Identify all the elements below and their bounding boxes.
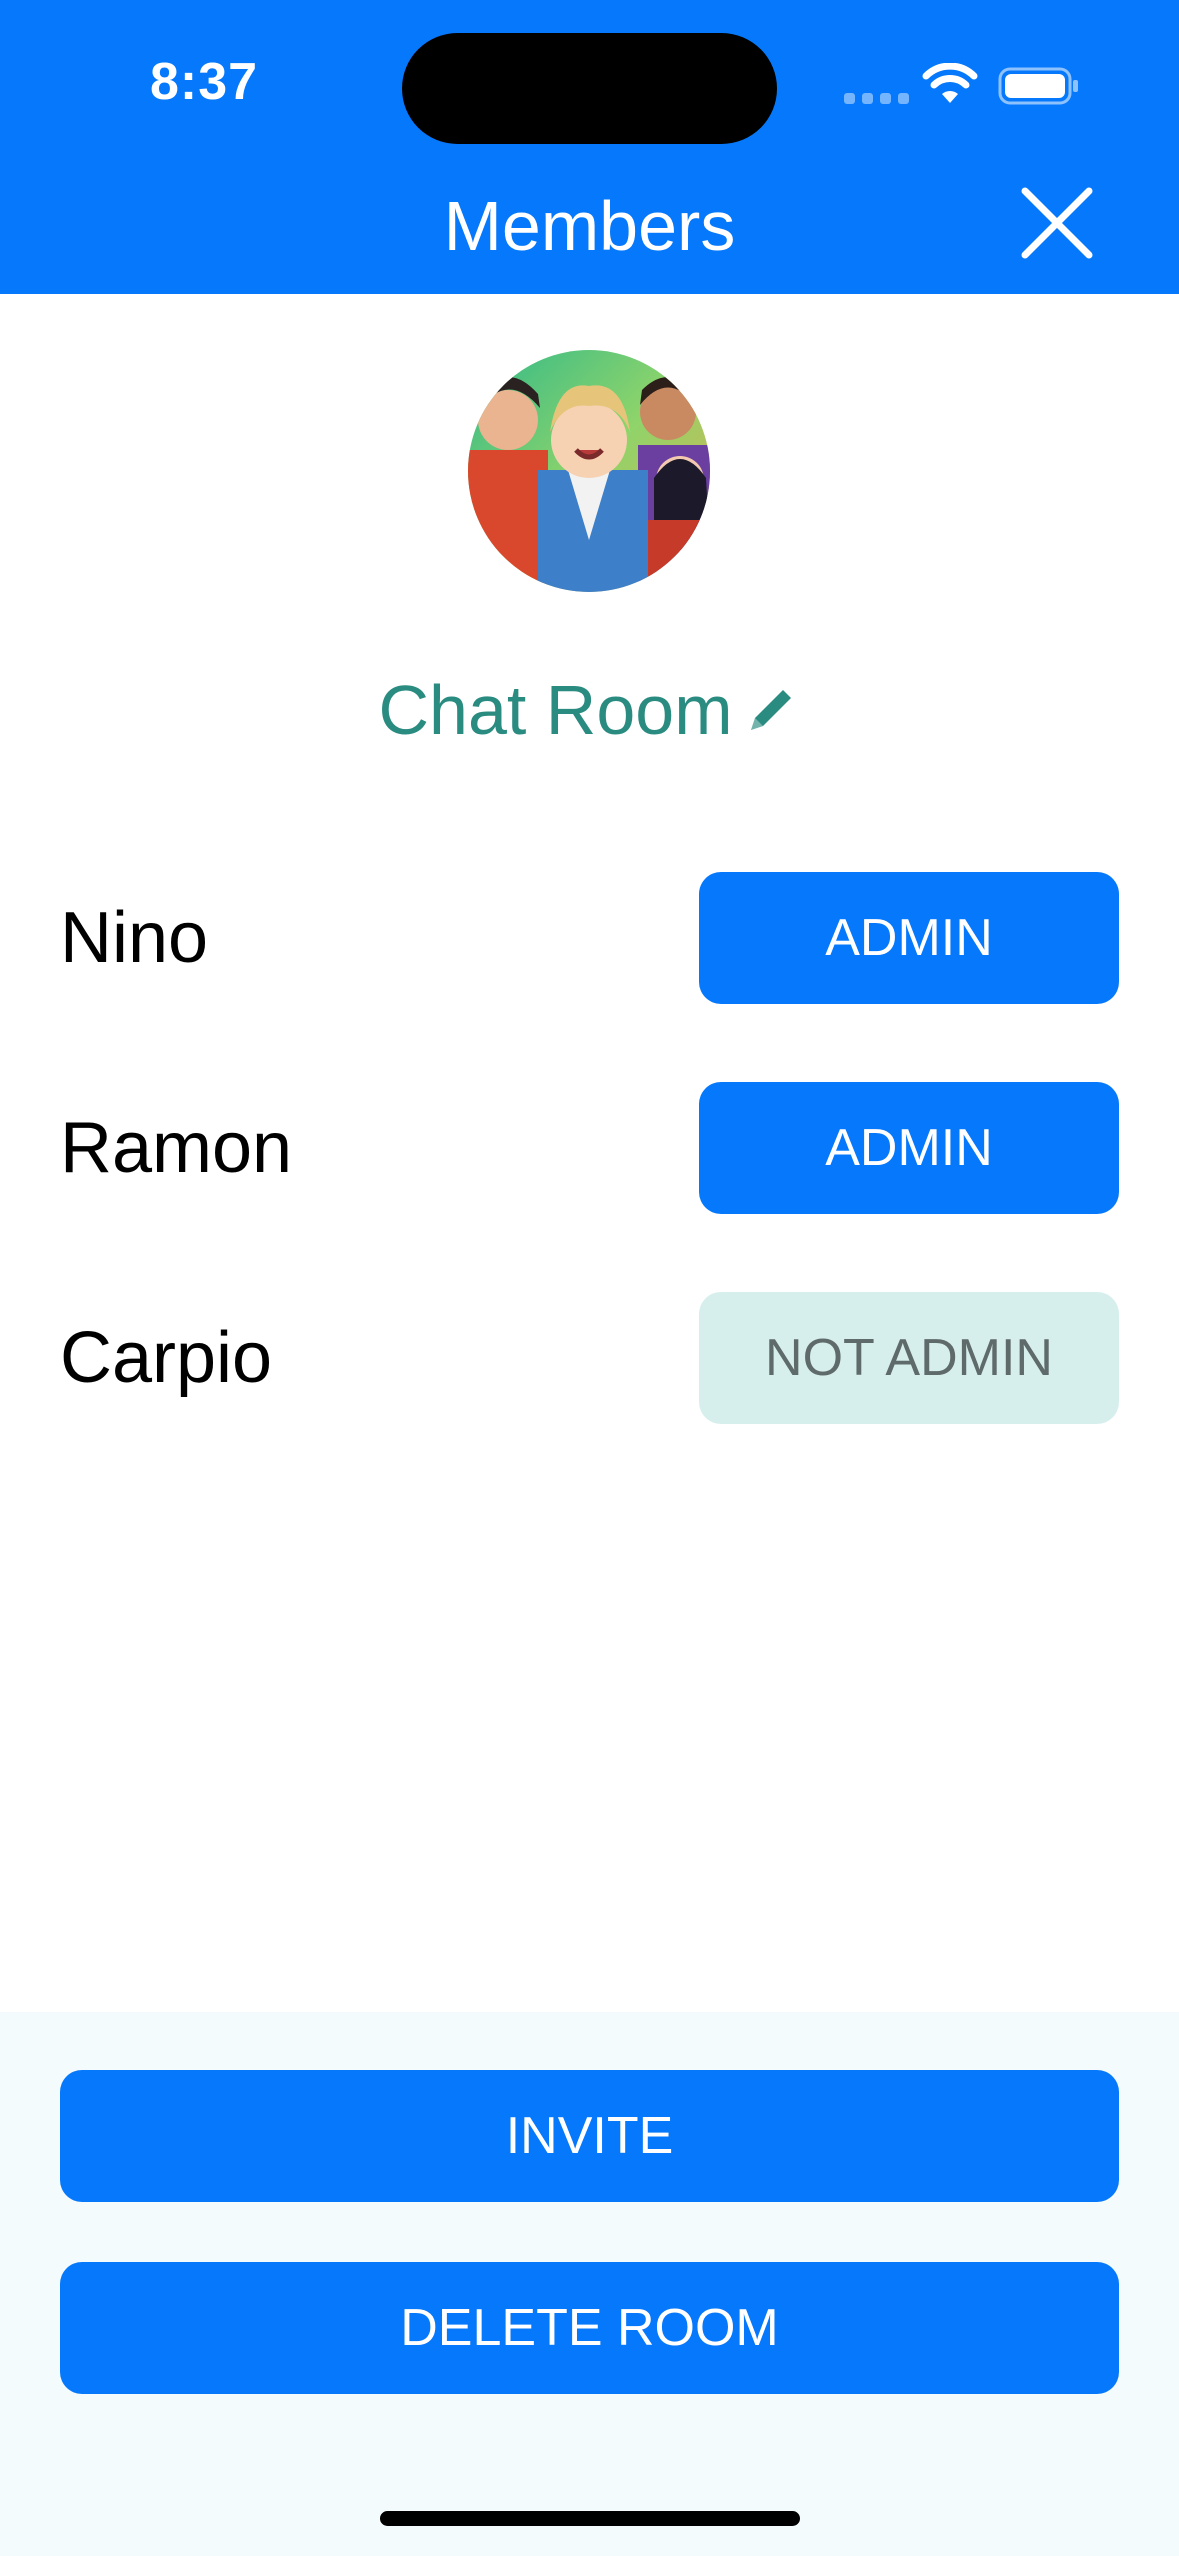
battery-icon — [998, 67, 1078, 105]
close-icon[interactable] — [1017, 183, 1097, 263]
page-title: Members — [443, 187, 736, 265]
header-bar: 8:37 Members — [0, 0, 1179, 294]
invite-button[interactable]: INVITE — [60, 2070, 1119, 2202]
member-name: Nino — [60, 898, 209, 978]
member-row: Nino ADMIN — [0, 872, 1179, 1004]
dynamic-island — [402, 33, 777, 144]
cellular-signal-icon — [844, 93, 909, 104]
home-indicator[interactable] — [380, 2511, 800, 2526]
group-avatar-image — [468, 350, 710, 592]
member-row: Carpio NOT ADMIN — [0, 1292, 1179, 1424]
footer-actions: INVITE DELETE ROOM — [0, 2012, 1179, 2556]
admin-toggle-button[interactable]: ADMIN — [699, 872, 1119, 1004]
member-row: Ramon ADMIN — [0, 1082, 1179, 1214]
room-avatar[interactable] — [468, 350, 710, 592]
member-name: Carpio — [60, 1318, 273, 1398]
pencil-edit-icon[interactable] — [741, 680, 801, 740]
room-name: Chat Room — [378, 671, 733, 749]
delete-room-button[interactable]: DELETE ROOM — [60, 2262, 1119, 2394]
wifi-icon — [922, 63, 978, 103]
admin-toggle-button[interactable]: ADMIN — [699, 1082, 1119, 1214]
status-time: 8:37 — [150, 53, 259, 111]
member-name: Ramon — [60, 1108, 293, 1188]
room-name-editor[interactable]: Chat Room — [0, 660, 1179, 760]
admin-toggle-button[interactable]: NOT ADMIN — [699, 1292, 1119, 1424]
